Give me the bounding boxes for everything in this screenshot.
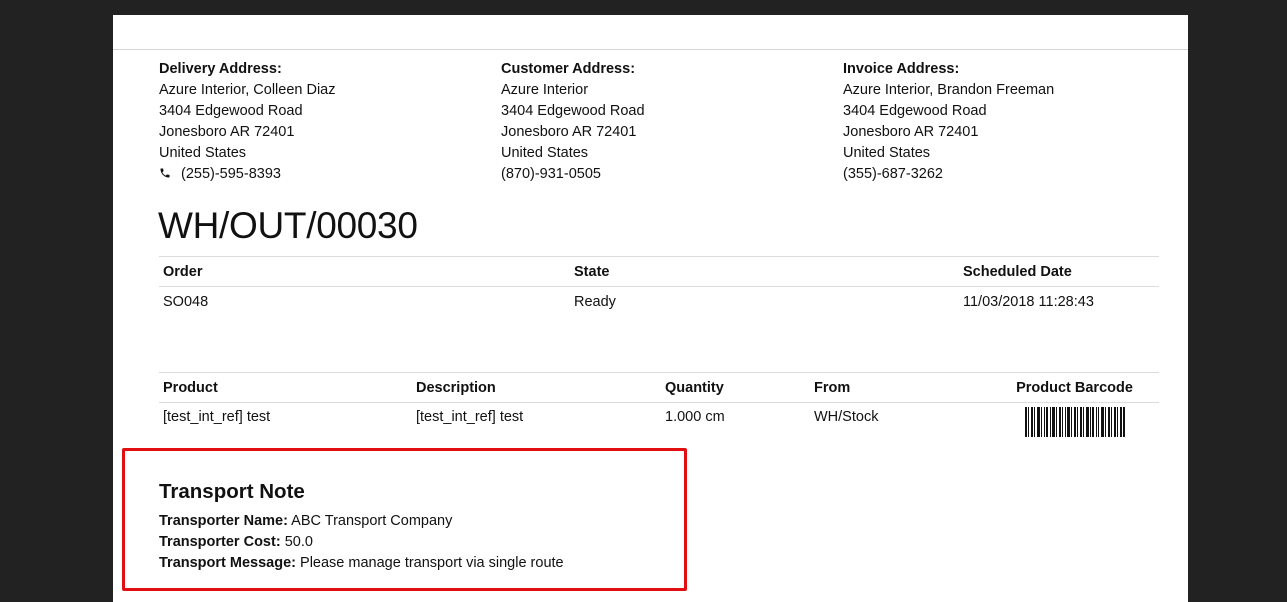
transport-note-details: Transporter Name: ABC Transport Company …	[159, 511, 564, 574]
state-cell: Ready	[574, 293, 616, 310]
transporter-cost-label: Transporter Cost:	[159, 534, 281, 550]
invoice-address-name: Azure Interior, Brandon Freeman	[843, 82, 1055, 98]
report-page: Delivery Address: Azure Interior, Collee…	[113, 15, 1188, 602]
delivery-address-name: Azure Interior, Colleen Diaz	[159, 82, 336, 98]
invoice-address-country: United States	[843, 145, 931, 161]
customer-address-name: Azure Interior	[501, 82, 589, 98]
header-divider	[113, 49, 1188, 50]
table-row: [test_int_ref] test [test_int_ref] test …	[159, 403, 1159, 443]
customer-address-street: 3404 Edgewood Road	[501, 103, 645, 119]
customer-address-block: Customer Address: Azure Interior 3404 Ed…	[501, 59, 645, 185]
transporter-name-line: Transporter Name: ABC Transport Company	[159, 511, 564, 532]
description-column-header: Description	[412, 372, 661, 403]
quantity-column-header: Quantity	[661, 372, 810, 403]
delivery-address-street: 3404 Edgewood Road	[159, 103, 303, 119]
order-table-header-row: Order State Scheduled Date	[159, 256, 1159, 287]
product-cell: [test_int_ref] test	[163, 409, 271, 425]
delivery-address-heading: Delivery Address:	[159, 61, 282, 77]
document-title: WH/OUT/00030	[158, 205, 418, 246]
state-column-header: State	[570, 256, 959, 287]
order-column-header: Order	[159, 256, 570, 287]
delivery-address-block: Delivery Address: Azure Interior, Collee…	[159, 59, 336, 186]
delivery-address-phone-line: (255)-595-8393	[159, 164, 336, 186]
customer-address-city: Jonesboro AR 72401	[501, 124, 637, 140]
product-column-header: Product	[159, 372, 412, 403]
transport-note-title: Transport Note	[159, 480, 305, 503]
invoice-address-phone: (355)-687-3262	[843, 166, 943, 182]
transporter-name-label: Transporter Name:	[159, 513, 288, 529]
invoice-address-street: 3404 Edgewood Road	[843, 103, 987, 119]
quantity-cell: 1.000 cm	[665, 409, 725, 425]
scheduled-date-column-header: Scheduled Date	[959, 256, 1159, 287]
transport-message-value: Please manage transport via single route	[300, 555, 564, 571]
barcode-cell	[990, 403, 1159, 443]
delivery-address-phone: (255)-595-8393	[181, 166, 281, 182]
order-info-table: Order State Scheduled Date SO048 Ready 1…	[159, 256, 1159, 317]
transporter-cost-line: Transporter Cost: 50.0	[159, 532, 564, 553]
invoice-address-block: Invoice Address: Azure Interior, Brandon…	[843, 59, 1054, 185]
invoice-address-heading: Invoice Address:	[843, 61, 960, 77]
product-table-header-row: Product Description Quantity From Produc…	[159, 372, 1159, 403]
product-table: Product Description Quantity From Produc…	[159, 372, 1159, 443]
table-row: SO048 Ready 11/03/2018 11:28:43	[159, 287, 1159, 317]
order-cell: SO048	[163, 293, 209, 310]
transport-message-label: Transport Message:	[159, 555, 296, 571]
from-column-header: From	[810, 372, 990, 403]
invoice-address-city: Jonesboro AR 72401	[843, 124, 979, 140]
barcode-image	[1024, 407, 1125, 437]
delivery-address-country: United States	[159, 145, 247, 161]
delivery-address-city: Jonesboro AR 72401	[159, 124, 295, 140]
customer-address-phone: (870)-931-0505	[501, 166, 601, 182]
transporter-name-value: ABC Transport Company	[291, 513, 453, 529]
scheduled-date-cell: 11/03/2018 11:28:43	[963, 293, 1094, 310]
transporter-cost-value: 50.0	[284, 534, 313, 550]
phone-icon	[159, 165, 173, 186]
product-barcode-column-header: Product Barcode	[990, 372, 1159, 403]
customer-address-country: United States	[501, 145, 589, 161]
transport-message-line: Transport Message: Please manage transpo…	[159, 553, 564, 574]
description-cell: [test_int_ref] test	[416, 409, 524, 425]
from-cell: WH/Stock	[814, 409, 879, 425]
customer-address-heading: Customer Address:	[501, 61, 636, 77]
